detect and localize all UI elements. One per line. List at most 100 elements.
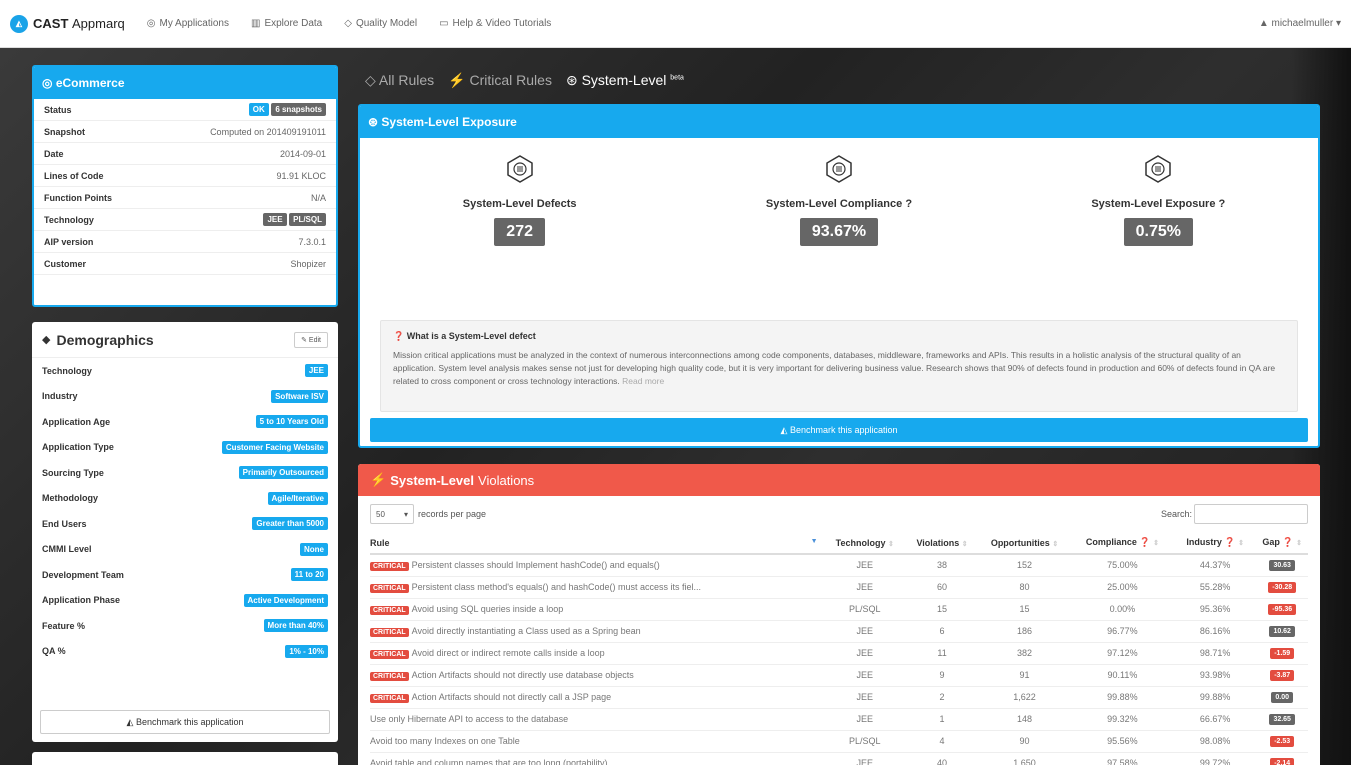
cell-technology: JEE [823, 620, 906, 643]
sort-icon: ⇕ [1153, 540, 1159, 547]
row-key: AIP version [44, 236, 94, 247]
cell-rule[interactable]: CRITICAL Persistent class method's equals… [370, 576, 824, 599]
column-technology[interactable]: Technology ⇕ [823, 532, 906, 555]
benchmark-application-button[interactable]: ◭ Benchmark this application [370, 418, 1308, 442]
nav-my-applications[interactable]: ◎ My Applications [147, 18, 229, 29]
metric-label: System-Level Compliance ? [766, 198, 912, 210]
cell-gap: 0.00 [1256, 686, 1308, 709]
cell-violations: 1 [905, 708, 979, 731]
benchmark-button[interactable]: ◭ Benchmark this application [40, 710, 330, 734]
nav-label: Help & Video Tutorials [452, 18, 552, 29]
customer-row: Customer Shopizer [34, 253, 336, 275]
cell-rule[interactable]: CRITICAL Persistent classes should Implem… [370, 554, 824, 577]
metric-label-text: System-Level Defects [462, 198, 577, 210]
table-row[interactable]: CRITICAL Action Artifacts should not dire… [370, 686, 1308, 709]
table-row[interactable]: CRITICAL Action Artifacts should not dire… [370, 664, 1308, 687]
brand-bold: CAST [33, 16, 69, 31]
cell-rule[interactable]: CRITICAL Avoid using SQL queries inside a… [370, 598, 824, 621]
rule-name[interactable]: Action Artifacts should not directly cal… [412, 692, 611, 702]
column-opportunities[interactable]: Opportunities ⇕ [978, 532, 1071, 555]
demographic-row: Application Type Customer Facing Website [32, 435, 338, 461]
table-row[interactable]: Use only Hibernate API to access to the … [370, 708, 1308, 731]
page-size-select[interactable]: 50 ▾ [370, 504, 414, 524]
cell-gap: -95.36 [1256, 598, 1308, 621]
demographic-row: Industry Software ISV [32, 384, 338, 410]
nav-help-tutorials[interactable]: ▭ Help & Video Tutorials [439, 18, 551, 29]
cell-opportunities: 91 [978, 664, 1071, 687]
demographic-row: Technology JEE [32, 358, 338, 384]
cell-opportunities: 1,622 [978, 686, 1071, 709]
rule-name[interactable]: Avoid using SQL queries inside a loop [412, 604, 564, 614]
cast-logo-icon[interactable]: ◭ [10, 14, 28, 33]
column-rule[interactable]: Rule ▼ [370, 532, 824, 555]
table-row[interactable]: CRITICAL Persistent class method's equals… [370, 576, 1308, 599]
table-row[interactable]: CRITICAL Avoid using SQL queries inside a… [370, 598, 1308, 621]
cell-industry: 99.88% [1173, 686, 1257, 709]
cell-opportunities: 382 [978, 642, 1071, 665]
help-icon[interactable]: ? [1219, 198, 1226, 210]
violations-table-body: CRITICAL Persistent classes should Implem… [370, 554, 1308, 765]
critical-badge: CRITICAL [370, 561, 409, 571]
rule-name[interactable]: Use only Hibernate API to access to the … [370, 714, 568, 724]
rule-name[interactable]: Avoid table and column names that are to… [370, 758, 607, 765]
exposure-metric: System-Level Exposure ? 0.75% [1008, 148, 1308, 288]
table-row[interactable]: CRITICAL Persistent classes should Implem… [370, 554, 1308, 577]
cell-violations: 2 [905, 686, 979, 709]
cell-opportunities: 152 [978, 554, 1071, 577]
rule-name[interactable]: Avoid direct or indirect remote calls in… [412, 648, 605, 658]
table-row[interactable]: CRITICAL Avoid directly instantiating a C… [370, 620, 1308, 643]
cell-rule[interactable]: CRITICAL Avoid direct or indirect remote … [370, 642, 824, 665]
table-row[interactable]: CRITICAL Avoid direct or indirect remote … [370, 642, 1308, 665]
gap-badge: 30.63 [1269, 560, 1295, 572]
column-gap[interactable]: Gap ❓ ⇕ [1256, 532, 1308, 555]
cell-rule[interactable]: Avoid too many Indexes on one Table [370, 730, 824, 753]
cell-rule[interactable]: CRITICAL Action Artifacts should not dire… [370, 686, 824, 709]
tab-system-level[interactable]: ⊛ System-Level beta [566, 72, 684, 89]
edit-button[interactable]: ✎ Edit [294, 331, 328, 348]
rule-name[interactable]: Action Artifacts should not directly use… [412, 670, 634, 680]
system-cube-icon: ⊛ [565, 72, 578, 88]
sort-icon: ⇕ [961, 540, 968, 548]
cell-industry: 66.67% [1173, 708, 1257, 731]
table-row[interactable]: Avoid too many Indexes on one Table PL/S… [370, 730, 1308, 753]
cell-technology: PL/SQL [823, 598, 906, 621]
cell-rule[interactable]: Use only Hibernate API to access to the … [370, 708, 824, 731]
help-icon[interactable]: ? [905, 198, 912, 210]
cell-gap: -3.87 [1256, 664, 1308, 687]
rule-name[interactable]: Persistent class method's equals() and h… [412, 582, 701, 592]
column-industry[interactable]: Industry ❓ ⇕ [1173, 532, 1257, 555]
demographic-value-badge: Customer Facing Website [221, 440, 328, 454]
rule-name[interactable]: Avoid too many Indexes on one Table [370, 736, 520, 746]
nav-quality-model[interactable]: ◇ Quality Model [344, 18, 417, 29]
cell-opportunities: 1,650 [978, 752, 1071, 765]
table-row[interactable]: Avoid table and column names that are to… [370, 752, 1308, 765]
cell-rule[interactable]: Avoid table and column names that are to… [370, 752, 824, 765]
tab-critical-rules[interactable]: ⚡ Critical Rules [448, 72, 552, 89]
rule-name[interactable]: Persistent classes should Implement hash… [412, 560, 660, 570]
sort-icon: ⇕ [1238, 540, 1244, 547]
snapshot-row: Snapshot Computed on 201409191011 [34, 121, 336, 143]
demographic-value-badge: More than 40% [263, 619, 328, 633]
tab-all-rules[interactable]: ◇ All Rules [365, 72, 434, 89]
chevron-down-icon: ▾ [403, 509, 408, 519]
cell-rule[interactable]: CRITICAL Action Artifacts should not dire… [370, 664, 824, 687]
read-more-link[interactable]: Read more [622, 376, 664, 386]
metric-label-text: System-Level Compliance [765, 198, 903, 210]
column-violations[interactable]: Violations ⇕ [905, 532, 979, 555]
cell-rule[interactable]: CRITICAL Avoid directly instantiating a C… [370, 620, 824, 643]
tab-label: System-Level [581, 72, 667, 88]
gap-badge: -1.59 [1270, 648, 1295, 659]
snapshots-button[interactable]: 6 snapshots [271, 103, 326, 116]
cell-violations: 38 [905, 554, 979, 577]
column-compliance[interactable]: Compliance ❓ ⇕ [1070, 532, 1174, 555]
rule-name[interactable]: Avoid directly instantiating a Class use… [412, 626, 641, 636]
nav-explore-data[interactable]: ▥ Explore Data [251, 18, 322, 29]
user-menu[interactable]: ▲ michaelmuller ▾ [1259, 18, 1341, 29]
nav-label: Quality Model [355, 18, 418, 29]
cell-compliance: 75.00% [1070, 554, 1174, 577]
search-input[interactable] [1194, 504, 1308, 524]
demographic-value-badge: 1% - 10% [285, 644, 328, 658]
brand-name[interactable]: CAST Appmarq [33, 16, 125, 31]
row-key: Function Points [44, 192, 112, 203]
violations-header: ⚡ System-Level Violations [358, 464, 1320, 496]
